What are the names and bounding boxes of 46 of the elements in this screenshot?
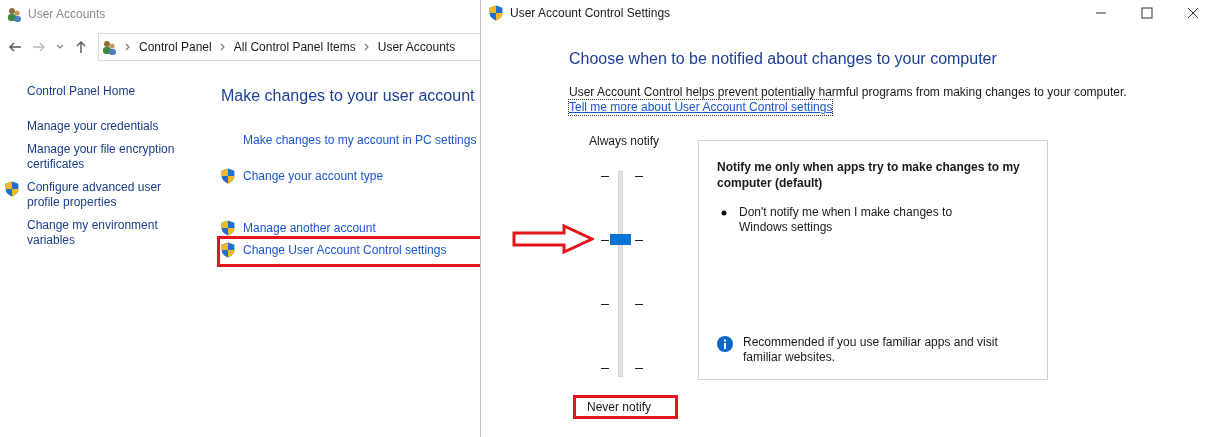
dialog-heading: Choose when to be notified about changes to your computer — [569, 49, 998, 69]
tick-mark — [601, 368, 609, 369]
address-bar[interactable]: Control Panel All Control Panel Items User Accounts — [98, 33, 480, 61]
breadcrumb-item[interactable]: User Accounts — [377, 38, 456, 56]
slider-thumb[interactable] — [610, 234, 631, 246]
bullet-icon — [721, 210, 727, 216]
task-link[interactable]: Manage another account — [243, 220, 376, 236]
chevron-down-icon[interactable] — [56, 44, 64, 50]
section-heading: Make changes to your user account — [221, 86, 476, 106]
tick-mark — [601, 304, 609, 305]
task-link[interactable]: Make changes to my account in PC settings — [243, 132, 477, 148]
slider-track[interactable] — [618, 171, 623, 377]
tick-mark — [601, 176, 609, 177]
users-icon — [101, 39, 117, 55]
window-title: User Accounts — [28, 6, 106, 23]
shield-icon — [489, 5, 503, 21]
task-link[interactable]: Change your account type — [243, 168, 384, 184]
info-note: Recommended if you use familiar apps and visit familiar websites. — [743, 335, 999, 365]
chevron-right-icon — [125, 43, 131, 51]
chevron-right-icon — [219, 43, 226, 51]
sidebar-link[interactable]: Change my environment variables — [27, 218, 192, 248]
task-link[interactable]: Change User Account Control settings — [243, 242, 447, 258]
slider-top-label: Always notify — [589, 133, 660, 150]
tick-mark — [635, 240, 643, 241]
sidebar-link[interactable]: Control Panel Home — [27, 84, 192, 99]
chevron-right-icon — [363, 43, 370, 51]
tick-mark — [635, 368, 643, 369]
tick-mark — [635, 304, 643, 305]
window-title: User Account Control Settings — [510, 5, 671, 22]
sidebar-link[interactable]: Manage your credentials — [27, 119, 192, 134]
users-icon — [6, 6, 22, 22]
info-icon — [717, 336, 733, 352]
breadcrumb-item[interactable]: All Control Panel Items — [233, 38, 356, 56]
tick-mark — [635, 176, 643, 177]
back-arrow-icon[interactable] — [8, 40, 22, 54]
info-title: Notify me only when apps try to make changes to my computer (default) — [717, 159, 1021, 191]
up-arrow-icon[interactable] — [74, 40, 88, 54]
sidebar-link[interactable]: Configure advanced user profile properties — [27, 180, 192, 210]
help-link[interactable]: Tell me more about User Account Control settings — [569, 100, 833, 115]
bullet-text: Don't notify me when I make changes to Windows settings — [739, 205, 954, 235]
tick-mark — [601, 240, 609, 241]
breadcrumb-item[interactable]: Control Panel — [139, 38, 212, 56]
sidebar-link[interactable]: Manage your file encryption certificates — [27, 142, 192, 172]
description-text: User Account Control helps prevent potentially harmful programs from making changes to your computer. — [569, 85, 1128, 100]
slider-bottom-label: Never notify — [587, 399, 652, 416]
forward-arrow-icon[interactable] — [32, 40, 46, 54]
